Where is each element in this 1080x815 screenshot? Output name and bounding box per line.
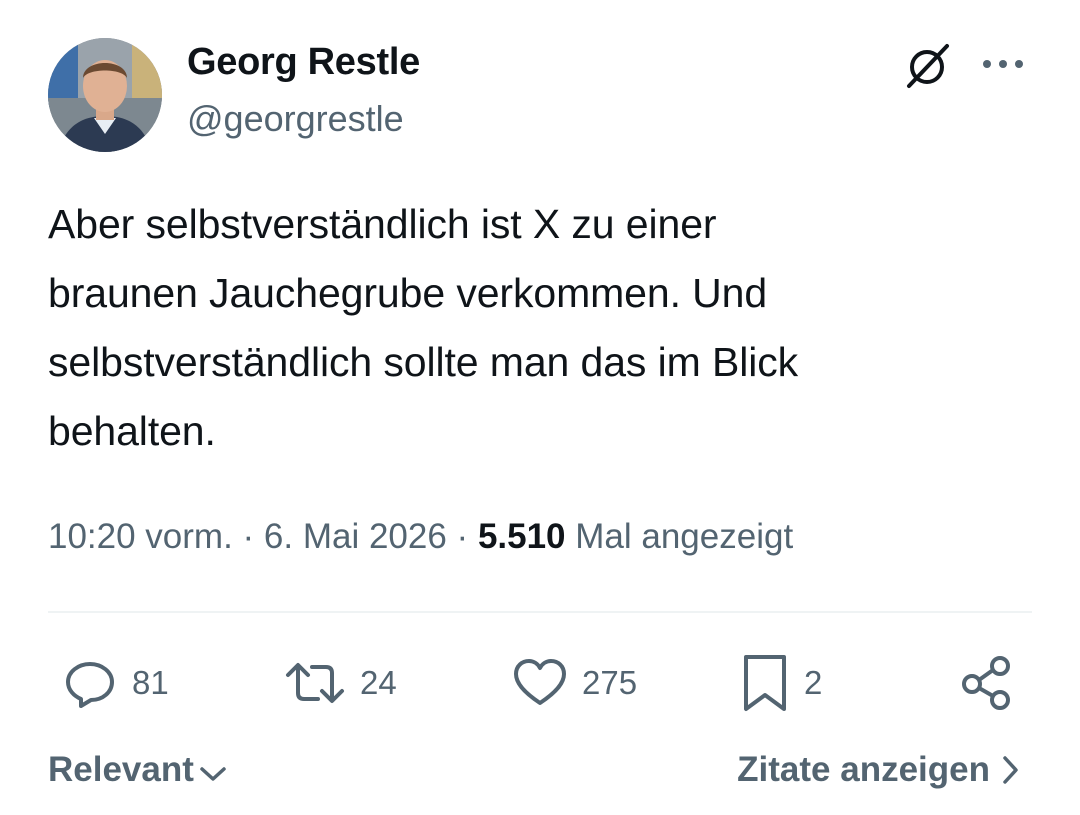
sort-relevant-label: Relevant [48,750,194,789]
more-options-button[interactable] [976,44,1030,84]
author-handle[interactable]: @georgrestle [187,96,404,142]
meta-separator: · [232,517,264,556]
bookmark-button[interactable]: 2 [740,652,822,714]
heart-icon [514,659,566,705]
tweet-time[interactable]: 10:20 vorm. [48,517,233,556]
reply-count: 81 [132,664,169,701]
like-count: 275 [582,664,638,701]
grok-slash-icon [907,44,949,88]
like-button[interactable]: 275 [512,652,637,714]
author-display-name[interactable]: Georg Restle [187,38,420,86]
tweet-date[interactable]: 6. Mai 2026 [264,517,447,556]
view-quotes-label: Zitate anzeigen [737,750,990,789]
share-button[interactable] [958,652,1016,714]
reply-icon [66,662,114,708]
bookmark-icon [744,655,786,711]
meta-separator: · [446,517,478,556]
avatar-image [48,38,162,152]
tweet-meta: 10:20 vorm. · 6. Mai 2026 · 5.510 Mal an… [48,512,793,562]
retweet-icon [286,663,344,703]
divider [48,611,1032,613]
reply-button[interactable]: 81 [62,652,169,714]
chevron-right-icon [1003,756,1018,784]
sort-relevant-dropdown[interactable]: Relevant [48,746,228,794]
views-label: Mal angezeigt [565,517,794,556]
share-icon [962,656,1010,710]
grok-button[interactable] [896,36,958,96]
retweet-button[interactable]: 24 [284,652,397,714]
more-dots-icon [983,60,1023,68]
views-count: 5.510 [477,517,566,556]
view-quotes-link[interactable]: Zitate anzeigen [737,746,1022,794]
avatar[interactable] [48,38,162,152]
tweet-text: Aber selbstverständlich ist X zu einer b… [48,201,799,454]
chevron-down-icon [200,767,226,781]
bookmark-count: 2 [804,664,823,701]
retweet-count: 24 [360,664,397,701]
